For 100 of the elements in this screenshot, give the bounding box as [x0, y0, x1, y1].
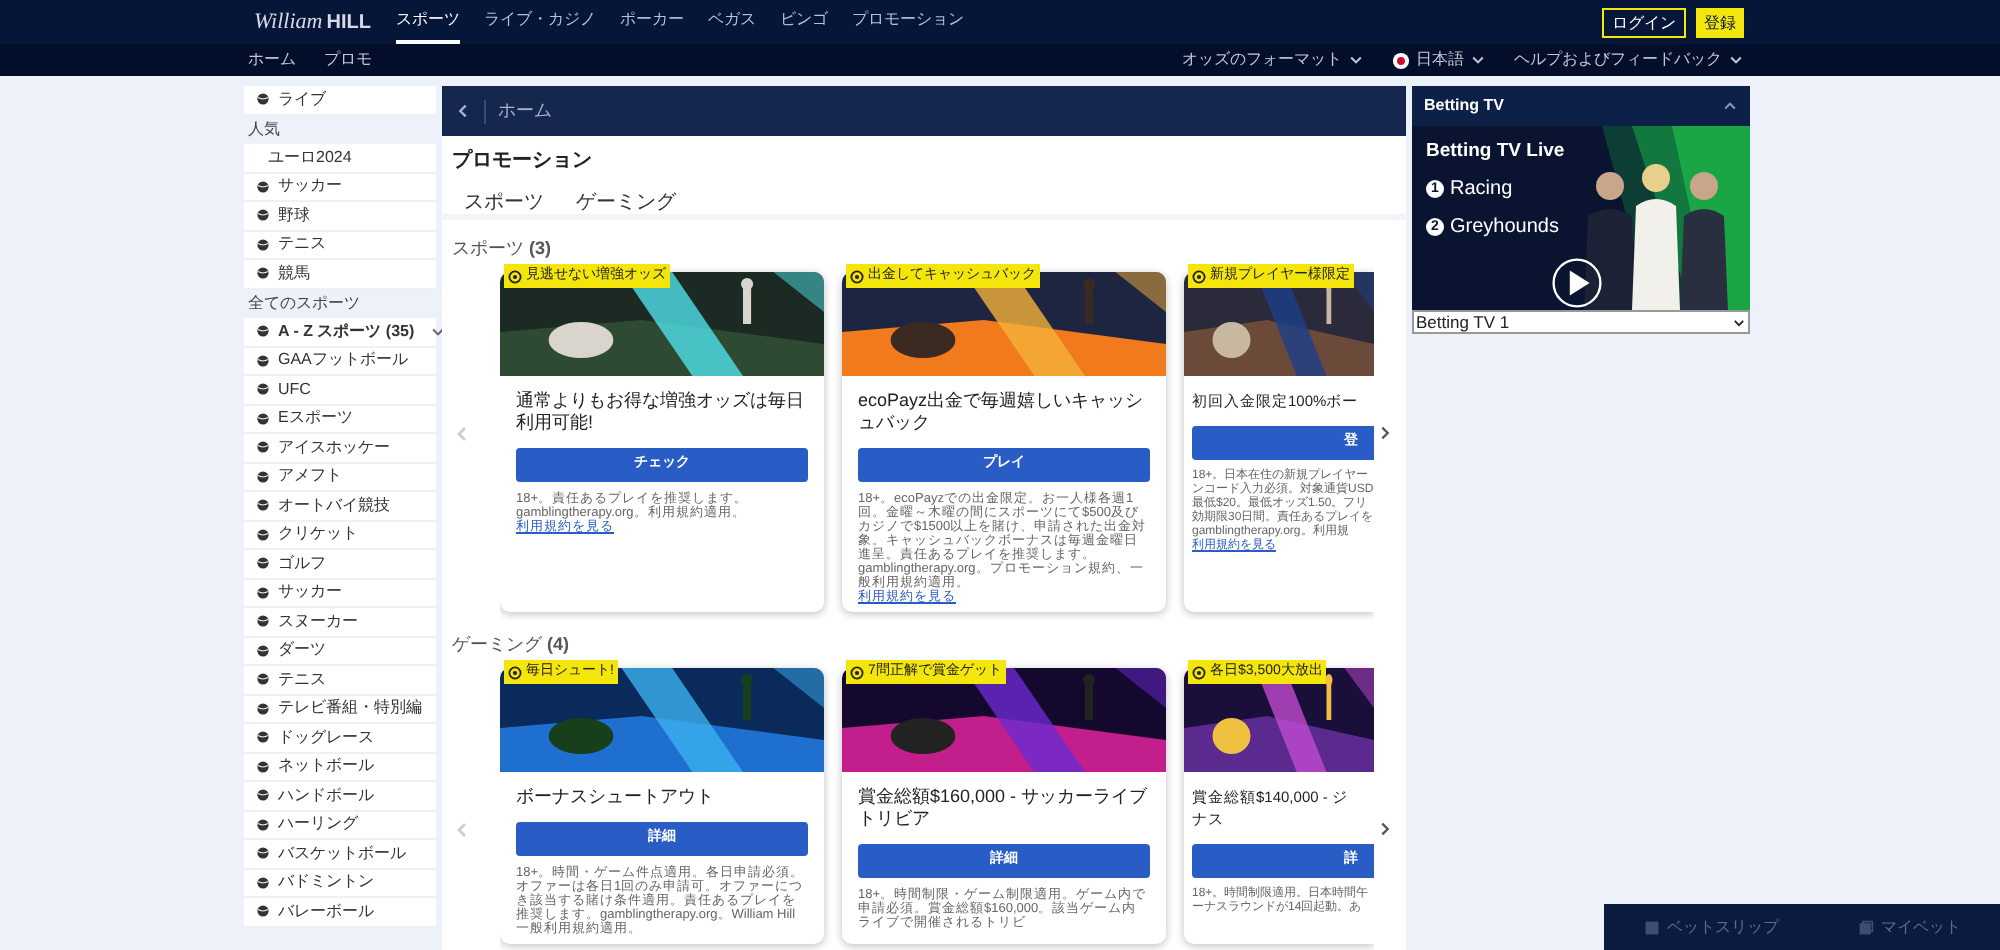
sport-icon — [256, 904, 270, 919]
card-title: 通常よりもお得な増強オッズは毎日利用可能! — [516, 390, 806, 434]
dropdown-menu[interactable]: ヘルプおよびフィードバック — [1514, 48, 1744, 72]
sidebar-heading: 全てのスポーツ — [246, 291, 362, 315]
sidebar-item[interactable]: テニス — [244, 231, 436, 260]
section-heading: ゲーミング (4) — [452, 632, 572, 656]
sport-icon — [256, 730, 270, 745]
chevron-down-icon — [1732, 315, 1746, 329]
sidebar-item[interactable]: ゴルフ — [244, 550, 436, 579]
sidebar-item[interactable]: テレビ番組・特別編 — [244, 695, 436, 724]
sub-nav-link[interactable]: ホーム — [248, 48, 296, 72]
nav-tab[interactable]: ポーカー — [620, 0, 684, 44]
nav-tab[interactable]: ベガス — [708, 0, 756, 44]
sidebar-item[interactable]: ネットボール — [244, 753, 436, 782]
chevron-down-icon — [1470, 52, 1486, 68]
sport-icon — [256, 92, 270, 107]
register-button[interactable]: 登録 — [1696, 7, 1744, 37]
banner-text: Greyhounds — [1450, 214, 1559, 243]
sport-icon — [256, 672, 270, 687]
sport-icon — [256, 614, 270, 629]
sidebar-item[interactable]: ユーロ2024 — [244, 144, 436, 173]
play-icon[interactable] — [1550, 256, 1604, 310]
sidebar-item[interactable]: サッカー — [244, 173, 436, 202]
banner-text: Racing — [1450, 176, 1513, 205]
back-icon[interactable] — [454, 102, 472, 120]
sport-icon — [256, 527, 270, 542]
nav-tab[interactable]: ビンゴ — [780, 0, 828, 44]
sub-nav-link[interactable]: プロモ — [324, 48, 372, 72]
chevron-down-icon — [1348, 52, 1364, 68]
sport-icon — [256, 585, 270, 600]
sport-icon — [256, 643, 270, 658]
sidebar-item[interactable]: バドミントン — [244, 869, 436, 898]
sidebar-item[interactable]: バレーボール — [244, 898, 436, 927]
sport-icon — [256, 759, 270, 774]
channel-select[interactable]: Betting TV 1 — [1412, 310, 1750, 334]
sidebar-item[interactable]: ライブ — [244, 86, 436, 115]
nav-tab[interactable]: プロモーション — [852, 0, 964, 44]
badge-icon — [850, 665, 864, 679]
sidebar-item[interactable]: UFC — [244, 376, 436, 405]
badge-icon — [850, 269, 864, 283]
login-button[interactable]: ログイン — [1602, 7, 1686, 37]
sidebar-item[interactable]: ハンドボール — [244, 782, 436, 811]
chevron-down-icon — [1728, 52, 1744, 68]
nav-tab[interactable]: ライブ・カジノ — [484, 0, 596, 44]
flag-icon — [1392, 51, 1410, 69]
sidebar-heading: 人気 — [246, 117, 282, 141]
sidebar-item[interactable]: ハーリング — [244, 811, 436, 840]
sport-icon — [256, 701, 270, 716]
sport-icon — [256, 411, 270, 426]
sport-icon — [256, 498, 270, 513]
dropdown-menu[interactable]: オッズのフォーマット — [1182, 48, 1364, 72]
sidebar-item[interactable]: バスケットボール — [244, 840, 436, 869]
badge-icon — [1192, 665, 1206, 679]
sidebar-item[interactable]: テニス — [244, 666, 436, 695]
sidebar-item[interactable]: オートバイ競技 — [244, 492, 436, 521]
sport-icon — [256, 179, 270, 194]
section-heading: スポーツ (3) — [452, 236, 554, 260]
card-title: ecoPayz出金で毎週嬉しいキャッシュバック — [858, 390, 1146, 434]
sidebar-item[interactable]: アメフト — [244, 463, 436, 492]
card-title: ボーナスシュートアウト — [516, 786, 716, 808]
breadcrumb-link[interactable]: ホーム — [498, 97, 552, 125]
sidebar-item[interactable]: GAAフットボール — [244, 347, 436, 376]
badge-icon — [508, 665, 522, 679]
sidebar-item[interactable]: スヌーカー — [244, 608, 436, 637]
sidebar-item[interactable]: 競馬 — [244, 260, 436, 289]
sport-icon — [256, 788, 270, 803]
sport-icon — [256, 469, 270, 484]
sidebar-item[interactable]: アイスホッケー — [244, 434, 436, 463]
sport-icon — [256, 266, 270, 281]
badge-icon — [508, 269, 522, 283]
square-icon — [1643, 919, 1659, 935]
sport-icon — [256, 324, 270, 339]
sport-icon — [256, 237, 270, 252]
tab[interactable]: スポーツ — [464, 188, 544, 224]
logo-text: HILL — [326, 9, 371, 38]
sport-icon — [256, 846, 270, 861]
card-title: 賞金総額$160,000 - サッカーライブトリビア — [858, 786, 1150, 830]
sidebar-item[interactable]: A - Z スポーツ (35) — [244, 318, 436, 347]
banner-headline: Betting TV Live — [1426, 138, 1567, 166]
sidebar-item[interactable]: クリケット — [244, 521, 436, 550]
badge-icon — [1192, 269, 1206, 283]
collapse-icon[interactable] — [1722, 98, 1738, 114]
page-title: プロモーション — [452, 146, 594, 176]
tab[interactable]: ゲーミング — [576, 188, 676, 224]
sidebar-item[interactable]: 野球 — [244, 202, 436, 231]
logo-script: William — [254, 7, 323, 38]
sport-icon — [256, 556, 270, 571]
sidebar-item[interactable]: サッカー — [244, 579, 436, 608]
sidebar-item[interactable]: Eスポーツ — [244, 405, 436, 434]
sport-icon — [256, 875, 270, 890]
sidebar-item[interactable]: ドッグレース — [244, 724, 436, 753]
sport-icon — [256, 382, 270, 397]
sport-icon — [256, 353, 270, 368]
sidebar-item[interactable]: ダーツ — [244, 637, 436, 666]
stack-icon — [1857, 919, 1873, 935]
sport-icon — [256, 440, 270, 455]
sport-icon — [256, 208, 270, 223]
sport-icon — [256, 817, 270, 832]
panel-title: Betting TV — [1424, 94, 1504, 118]
dropdown-menu[interactable]: 日本語 — [1392, 48, 1486, 72]
